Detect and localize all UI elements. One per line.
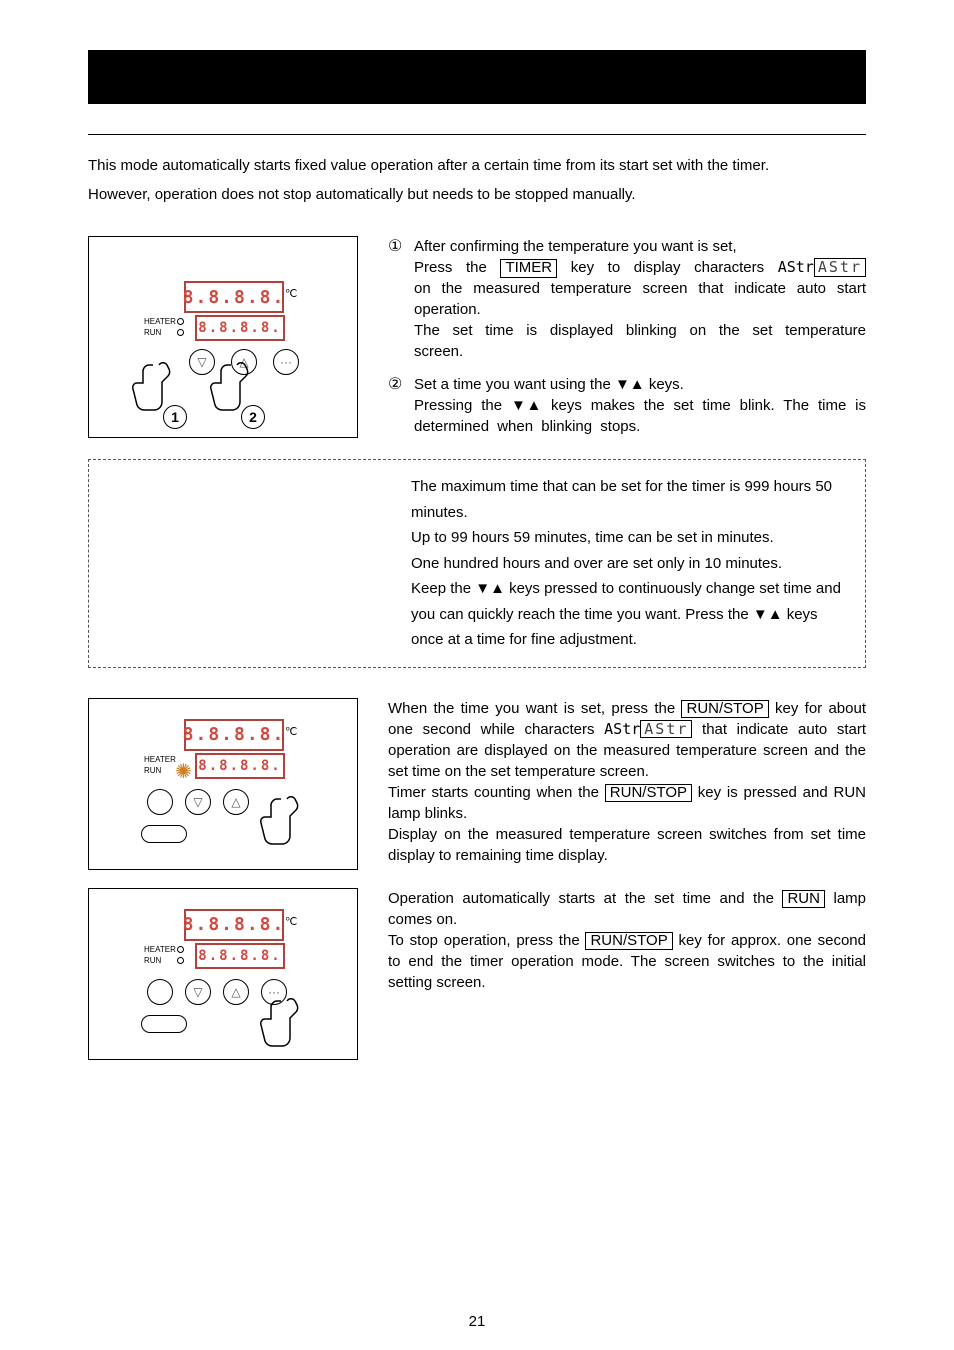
lcd-top-2: 8.8.8.8. (184, 719, 284, 751)
deg-c-3: ℃ (285, 915, 297, 928)
astr-seg: AStr (814, 258, 866, 277)
down-button-2: ▽ (185, 789, 211, 815)
timer-key: TIMER (500, 259, 557, 278)
down-triangle-icon: ▽ (197, 355, 206, 369)
note-l2: Up to 99 hours 59 minutes, time can be s… (411, 525, 853, 551)
row-steps: 8.8.8.8. ℃ 8.8.8.8. HEATER RUN ▽ △ ··· 1 (88, 236, 866, 449)
s1-l2c: on the measured temperature screen that … (414, 280, 866, 318)
down-tri-3: ▽ (193, 985, 202, 999)
page: This mode automatically starts fixed val… (0, 0, 954, 1350)
runstop-key-1: RUN/STOP (681, 700, 768, 719)
down-tri-2: ▽ (193, 795, 202, 809)
astr-word-2: AStr (604, 720, 640, 738)
deg-c: ℃ (285, 287, 297, 300)
note-l3: One hundred hours and over are set only … (411, 551, 853, 577)
deg-c-2: ℃ (285, 725, 297, 738)
run-led (177, 329, 184, 336)
b4-p2: To stop operation, press the RUN/STOP ke… (388, 930, 866, 993)
b3-t1a: When the time you want is set, press the (388, 700, 681, 717)
lcd-top: 8.8.8.8. (184, 281, 284, 313)
run-label-2: RUN (144, 766, 161, 775)
lcd-top-3: 8.8.8.8. (184, 909, 284, 941)
step-1-num: ① (388, 236, 414, 362)
heater-label-3: HEATER (144, 945, 176, 954)
b3-p1: When the time you want is set, press the… (388, 698, 866, 782)
step-1: ① After confirming the temperature you w… (388, 236, 866, 362)
row-block3: 8.8.8.8. ℃ 8.8.8.8. HEATER RUN ✺ ▽ △ Whe… (88, 698, 866, 870)
b3-p2: Timer starts counting when the RUN/STOP … (388, 782, 866, 824)
up-button-3: △ (223, 979, 249, 1005)
arrow-keys-4: ▼▲ (753, 606, 783, 623)
run-led-3 (177, 957, 184, 964)
s2-l2a: Pressing the (414, 397, 511, 414)
step-2-num: ② (388, 374, 414, 437)
intro-p2: However, operation does not stop automat… (88, 184, 866, 207)
runstop-key-2: RUN/STOP (605, 784, 692, 803)
s2-l1b: keys. (645, 376, 684, 393)
heater-label-2: HEATER (144, 755, 176, 764)
down-button-3: ▽ (185, 979, 211, 1005)
header-blackbar (88, 50, 866, 104)
pill-btn-1 (141, 825, 187, 843)
run-key: RUN (782, 890, 825, 909)
b3-p3: Display on the measured temperature scre… (388, 824, 866, 866)
runstop-key-3: RUN/STOP (585, 932, 672, 951)
up-tri-2: △ (231, 795, 240, 809)
steps-text: ① After confirming the temperature you w… (358, 236, 866, 449)
heater-led-3 (177, 946, 184, 953)
pill-btn-2 (141, 1015, 187, 1033)
lcd-bottom-2: 8.8.8.8. (195, 753, 285, 779)
hand-icon-3 (257, 791, 307, 851)
arrow-keys-1: ▼▲ (615, 376, 645, 393)
block3-text: When the time you want is set, press the… (358, 698, 866, 870)
b4-t1a: Operation automatically starts at the se… (388, 890, 782, 907)
arrow-keys-2: ▼▲ (511, 397, 542, 414)
lcd-bottom: 8.8.8.8. (195, 315, 285, 341)
n-l4a: Keep the (411, 580, 475, 597)
note-box: The maximum time that can be set for the… (88, 459, 866, 668)
b3-t2a: Timer starts counting when the (388, 784, 605, 801)
circle-btn-a (147, 789, 173, 815)
intro-p1: This mode automatically starts fixed val… (88, 155, 866, 178)
row-block4: 8.8.8.8. ℃ 8.8.8.8. HEATER RUN ▽ △ ··· O… (88, 888, 866, 1060)
controller-illustration-3: 8.8.8.8. ℃ 8.8.8.8. HEATER RUN ▽ △ ··· (88, 888, 358, 1060)
step-2: ② Set a time you want using the ▼▲ keys.… (388, 374, 866, 437)
astr-seg-2: AStr (640, 720, 692, 739)
step-1-text: After confirming the temperature you wan… (414, 236, 866, 362)
up-button-2: △ (223, 789, 249, 815)
block4-text: Operation automatically starts at the se… (358, 888, 866, 1060)
s1-l2a: Press the (414, 259, 500, 276)
astr-word: AStr (778, 258, 814, 276)
content: This mode automatically starts fixed val… (0, 50, 954, 1060)
controller-illustration-1: 8.8.8.8. ℃ 8.8.8.8. HEATER RUN ▽ △ ··· 1 (88, 236, 358, 438)
step-marker-1: 1 (163, 405, 187, 429)
hand-icon-4 (257, 993, 307, 1053)
b4-t2a: To stop operation, press the (388, 932, 585, 949)
intro-text: This mode automatically starts fixed val… (88, 155, 866, 206)
page-number: 21 (0, 1313, 954, 1330)
circle-btn-b (147, 979, 173, 1005)
run-label-3: RUN (144, 956, 161, 965)
lcd-bottom-3: 8.8.8.8. (195, 943, 285, 969)
dots-icon: ··· (280, 355, 292, 369)
s1-l1: After confirming the temperature you wan… (414, 238, 737, 255)
heater-label: HEATER (144, 317, 176, 326)
note-l4: Keep the ▼▲ keys pressed to continuously… (411, 576, 853, 653)
run-label: RUN (144, 328, 161, 337)
s1-l2b: key to display characters (557, 259, 778, 276)
s1-l3: The set time is displayed blinking on th… (414, 322, 866, 360)
b4-p1: Operation automatically starts at the se… (388, 888, 866, 930)
run-blink-icon: ✺ (175, 759, 192, 784)
arrow-keys-3: ▼▲ (475, 580, 505, 597)
menu-button-circle: ··· (273, 349, 299, 375)
divider (88, 134, 866, 135)
note-inner: The maximum time that can be set for the… (101, 474, 853, 653)
step-2-text: Set a time you want using the ▼▲ keys. P… (414, 374, 866, 437)
up-tri-3: △ (231, 985, 240, 999)
s2-l1a: Set a time you want using the (414, 376, 615, 393)
step-marker-2: 2 (241, 405, 265, 429)
controller-illustration-2: 8.8.8.8. ℃ 8.8.8.8. HEATER RUN ✺ ▽ △ (88, 698, 358, 870)
note-l1: The maximum time that can be set for the… (411, 474, 853, 525)
heater-led (177, 318, 184, 325)
